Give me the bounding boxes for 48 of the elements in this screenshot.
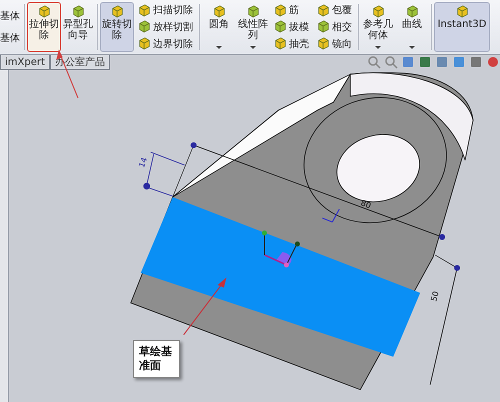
toolbar-button[interactable]: 拔模 [273,20,310,34]
view-tool-icon[interactable] [452,55,466,69]
cube-icon [317,4,330,17]
coordinate-triad-icon [262,230,300,268]
cube-icon [246,5,260,18]
toolbar-label[interactable]: 基体 [0,31,22,45]
cube-icon [138,20,151,34]
cube-icon [138,4,151,17]
zoom-icon[interactable] [367,55,381,69]
cube-icon [317,37,330,50]
cube-icon [110,5,124,18]
callout-label: 草绘基准面 [133,340,180,378]
toolbar-button[interactable]: 抽壳 [273,36,310,51]
cube-icon [456,5,468,18]
cube-icon [212,5,226,18]
cube-icon [138,37,151,50]
toolbar-button[interactable]: 边界切除 [137,36,194,51]
toolbar-button[interactable]: 异型孔向导 [61,2,95,52]
toolbar-button[interactable]: 拉伸切除 [27,2,61,52]
toolbar-button[interactable]: 放样切割 [137,20,194,34]
toolbar-button[interactable]: 旋转切除 [100,2,134,52]
view-tool-icon[interactable] [435,55,449,69]
toolbar-button[interactable]: 参考几何体 [361,2,395,52]
toolbar-label[interactable]: 基体 [0,9,22,23]
tab[interactable]: imXpert [0,55,50,70]
view-tool-icon[interactable] [418,55,432,69]
cube-icon [406,5,418,18]
leader-arrow [183,278,226,336]
view-tool-icon[interactable] [469,55,483,69]
toolbar-button[interactable]: 扫描切除 [137,3,194,18]
cube-icon [372,5,384,18]
cube-icon [274,20,287,34]
view-tool-icon[interactable] [401,55,415,69]
toolbar-button[interactable]: 相交 [316,20,353,34]
axis-indicator-icon [322,208,340,223]
view-tool-icon[interactable] [384,55,398,69]
cube-icon [274,37,287,50]
toolbar-button[interactable]: 镜向 [316,36,353,51]
toolbar-button[interactable]: 圆角 [202,2,236,52]
toolbar-button[interactable]: 曲线 [395,2,429,52]
toolbar-button[interactable]: 筋 [273,3,310,18]
toolbar-button[interactable]: Instant3D [434,2,490,52]
cube-icon [274,4,287,17]
cube-icon [317,20,330,34]
toolbar-button[interactable]: 线性阵列 [236,2,270,52]
toolbar-button[interactable]: 包覆 [316,3,353,18]
cube-icon [72,5,84,18]
cube-icon [38,5,50,18]
